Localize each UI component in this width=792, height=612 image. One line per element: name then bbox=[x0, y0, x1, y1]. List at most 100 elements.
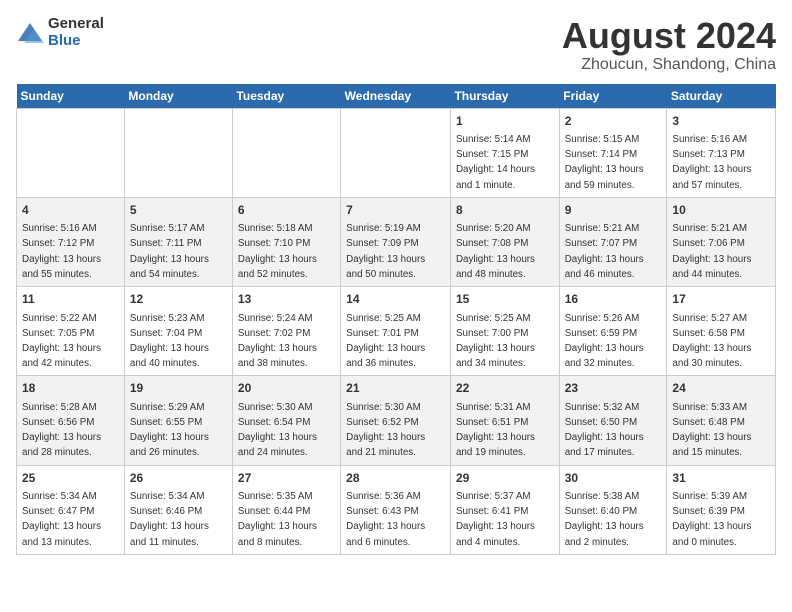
calendar-week-row: 18 Sunrise: 5:28 AMSunset: 6:56 PMDayligh… bbox=[17, 376, 776, 465]
month-title: August 2024 bbox=[562, 16, 776, 56]
day-number: 3 bbox=[672, 113, 770, 130]
calendar-cell: 31Sunrise: 5:39 AMSunset: 6:39 PMDayligh… bbox=[667, 465, 776, 554]
calendar-cell: 28Sunrise: 5:36 AMSunset: 6:43 PMDayligh… bbox=[341, 465, 451, 554]
day-number: 14 bbox=[346, 291, 445, 308]
calendar-cell: 29 Sunrise: 5:37 AMSunset: 6:41 PMDayligh… bbox=[450, 465, 559, 554]
day-info: Sunrise: 5:31 AMSunset: 6:51 PMDaylight:… bbox=[456, 402, 535, 459]
day-info: Sunrise: 5:36 AMSunset: 6:43 PMDaylight:… bbox=[346, 491, 425, 548]
day-number: 13 bbox=[238, 291, 335, 308]
calendar-cell: 24 Sunrise: 5:33 AMSunset: 6:48 PMDayligh… bbox=[667, 376, 776, 465]
day-number: 1 bbox=[456, 113, 554, 130]
day-number: 2 bbox=[565, 113, 662, 130]
calendar-cell: 19 Sunrise: 5:29 AMSunset: 6:55 PMDayligh… bbox=[124, 376, 232, 465]
calendar-cell: 14 Sunrise: 5:25 AMSunset: 7:01 PMDayligh… bbox=[341, 287, 451, 376]
title-area: August 2024 Zhoucun, Shandong, China bbox=[562, 16, 776, 74]
calendar-week-row: 1 Sunrise: 5:14 AMSunset: 7:15 PMDaylight… bbox=[17, 108, 776, 197]
calendar-cell: 4Sunrise: 5:16 AMSunset: 7:12 PMDaylight… bbox=[17, 197, 125, 286]
calendar-cell: 7Sunrise: 5:19 AMSunset: 7:09 PMDaylight… bbox=[341, 197, 451, 286]
day-info: Sunrise: 5:32 AMSunset: 6:50 PMDaylight:… bbox=[565, 402, 644, 459]
day-info: Sunrise: 5:37 AMSunset: 6:41 PMDaylight:… bbox=[456, 491, 535, 548]
calendar-cell: 20 Sunrise: 5:30 AMSunset: 6:54 PMDayligh… bbox=[232, 376, 340, 465]
calendar-cell: 13 Sunrise: 5:24 AMSunset: 7:02 PMDayligh… bbox=[232, 287, 340, 376]
logo-text: General Blue bbox=[48, 16, 104, 49]
day-number: 8 bbox=[456, 202, 554, 219]
calendar-cell: 26 Sunrise: 5:34 AMSunset: 6:46 PMDayligh… bbox=[124, 465, 232, 554]
day-number: 24 bbox=[672, 380, 770, 397]
calendar-cell: 12Sunrise: 5:23 AMSunset: 7:04 PMDayligh… bbox=[124, 287, 232, 376]
day-number: 29 bbox=[456, 470, 554, 487]
calendar-cell bbox=[17, 108, 125, 197]
calendar-cell: 9Sunrise: 5:21 AMSunset: 7:07 PMDaylight… bbox=[559, 197, 667, 286]
calendar-cell: 1 Sunrise: 5:14 AMSunset: 7:15 PMDaylight… bbox=[450, 108, 559, 197]
weekday-header: Tuesday bbox=[232, 84, 340, 109]
day-info: Sunrise: 5:29 AMSunset: 6:55 PMDaylight:… bbox=[130, 402, 209, 459]
day-info: Sunrise: 5:30 AMSunset: 6:54 PMDaylight:… bbox=[238, 402, 317, 459]
day-number: 15 bbox=[456, 291, 554, 308]
day-info: Sunrise: 5:28 AMSunset: 6:56 PMDaylight:… bbox=[22, 402, 101, 459]
calendar-cell: 22 Sunrise: 5:31 AMSunset: 6:51 PMDayligh… bbox=[450, 376, 559, 465]
calendar-cell bbox=[341, 108, 451, 197]
calendar-cell: 3 Sunrise: 5:16 AMSunset: 7:13 PMDaylight… bbox=[667, 108, 776, 197]
day-number: 20 bbox=[238, 380, 335, 397]
day-number: 6 bbox=[238, 202, 335, 219]
day-number: 30 bbox=[565, 470, 662, 487]
day-info: Sunrise: 5:25 AMSunset: 7:01 PMDaylight:… bbox=[346, 313, 425, 370]
day-number: 27 bbox=[238, 470, 335, 487]
calendar-header: SundayMondayTuesdayWednesdayThursdayFrid… bbox=[17, 84, 776, 109]
weekday-row: SundayMondayTuesdayWednesdayThursdayFrid… bbox=[17, 84, 776, 109]
day-info: Sunrise: 5:34 AMSunset: 6:46 PMDaylight:… bbox=[130, 491, 209, 548]
day-info: Sunrise: 5:24 AMSunset: 7:02 PMDaylight:… bbox=[238, 313, 317, 370]
day-info: Sunrise: 5:14 AMSunset: 7:15 PMDaylight:… bbox=[456, 134, 535, 191]
day-number: 10 bbox=[672, 202, 770, 219]
logo-icon bbox=[16, 21, 44, 45]
day-info: Sunrise: 5:35 AMSunset: 6:44 PMDaylight:… bbox=[238, 491, 317, 548]
day-number: 19 bbox=[130, 380, 227, 397]
day-number: 21 bbox=[346, 380, 445, 397]
day-info: Sunrise: 5:17 AMSunset: 7:11 PMDaylight:… bbox=[130, 223, 209, 280]
calendar-cell: 6 Sunrise: 5:18 AMSunset: 7:10 PMDaylight… bbox=[232, 197, 340, 286]
day-info: Sunrise: 5:27 AMSunset: 6:58 PMDaylight:… bbox=[672, 313, 751, 370]
day-info: Sunrise: 5:18 AMSunset: 7:10 PMDaylight:… bbox=[238, 223, 317, 280]
weekday-header: Thursday bbox=[450, 84, 559, 109]
day-info: Sunrise: 5:33 AMSunset: 6:48 PMDaylight:… bbox=[672, 402, 751, 459]
day-info: Sunrise: 5:22 AMSunset: 7:05 PMDaylight:… bbox=[22, 313, 101, 370]
day-number: 18 bbox=[22, 380, 119, 397]
day-info: Sunrise: 5:20 AMSunset: 7:08 PMDaylight:… bbox=[456, 223, 535, 280]
day-number: 26 bbox=[130, 470, 227, 487]
calendar-cell: 11 Sunrise: 5:22 AMSunset: 7:05 PMDayligh… bbox=[17, 287, 125, 376]
calendar-cell: 5 Sunrise: 5:17 AMSunset: 7:11 PMDaylight… bbox=[124, 197, 232, 286]
day-number: 23 bbox=[565, 380, 662, 397]
day-info: Sunrise: 5:16 AMSunset: 7:13 PMDaylight:… bbox=[672, 134, 751, 191]
weekday-header: Wednesday bbox=[341, 84, 451, 109]
calendar-cell: 15Sunrise: 5:25 AMSunset: 7:00 PMDayligh… bbox=[450, 287, 559, 376]
day-number: 5 bbox=[130, 202, 227, 219]
calendar-cell: 16Sunrise: 5:26 AMSunset: 6:59 PMDayligh… bbox=[559, 287, 667, 376]
day-number: 7 bbox=[346, 202, 445, 219]
logo: General Blue bbox=[16, 16, 104, 49]
calendar-week-row: 11 Sunrise: 5:22 AMSunset: 7:05 PMDayligh… bbox=[17, 287, 776, 376]
calendar-week-row: 25 Sunrise: 5:34 AMSunset: 6:47 PMDayligh… bbox=[17, 465, 776, 554]
calendar-table: SundayMondayTuesdayWednesdayThursdayFrid… bbox=[16, 84, 776, 555]
day-info: Sunrise: 5:34 AMSunset: 6:47 PMDaylight:… bbox=[22, 491, 101, 548]
calendar-week-row: 4Sunrise: 5:16 AMSunset: 7:12 PMDaylight… bbox=[17, 197, 776, 286]
day-info: Sunrise: 5:30 AMSunset: 6:52 PMDaylight:… bbox=[346, 402, 425, 459]
calendar-cell: 23 Sunrise: 5:32 AMSunset: 6:50 PMDayligh… bbox=[559, 376, 667, 465]
day-number: 17 bbox=[672, 291, 770, 308]
logo-blue: Blue bbox=[48, 33, 104, 50]
day-info: Sunrise: 5:39 AMSunset: 6:39 PMDaylight:… bbox=[672, 491, 751, 548]
location: Zhoucun, Shandong, China bbox=[562, 56, 776, 74]
calendar-body: 1 Sunrise: 5:14 AMSunset: 7:15 PMDaylight… bbox=[17, 108, 776, 554]
calendar-cell: 18 Sunrise: 5:28 AMSunset: 6:56 PMDayligh… bbox=[17, 376, 125, 465]
day-info: Sunrise: 5:38 AMSunset: 6:40 PMDaylight:… bbox=[565, 491, 644, 548]
calendar-cell: 17 Sunrise: 5:27 AMSunset: 6:58 PMDayligh… bbox=[667, 287, 776, 376]
day-number: 25 bbox=[22, 470, 119, 487]
calendar-cell: 2Sunrise: 5:15 AMSunset: 7:14 PMDaylight… bbox=[559, 108, 667, 197]
day-number: 11 bbox=[22, 291, 119, 308]
day-info: Sunrise: 5:16 AMSunset: 7:12 PMDaylight:… bbox=[22, 223, 101, 280]
calendar-cell: 30 Sunrise: 5:38 AMSunset: 6:40 PMDayligh… bbox=[559, 465, 667, 554]
logo-general: General bbox=[48, 16, 104, 33]
day-info: Sunrise: 5:23 AMSunset: 7:04 PMDaylight:… bbox=[130, 313, 209, 370]
day-number: 22 bbox=[456, 380, 554, 397]
weekday-header: Monday bbox=[124, 84, 232, 109]
calendar-cell: 8 Sunrise: 5:20 AMSunset: 7:08 PMDaylight… bbox=[450, 197, 559, 286]
